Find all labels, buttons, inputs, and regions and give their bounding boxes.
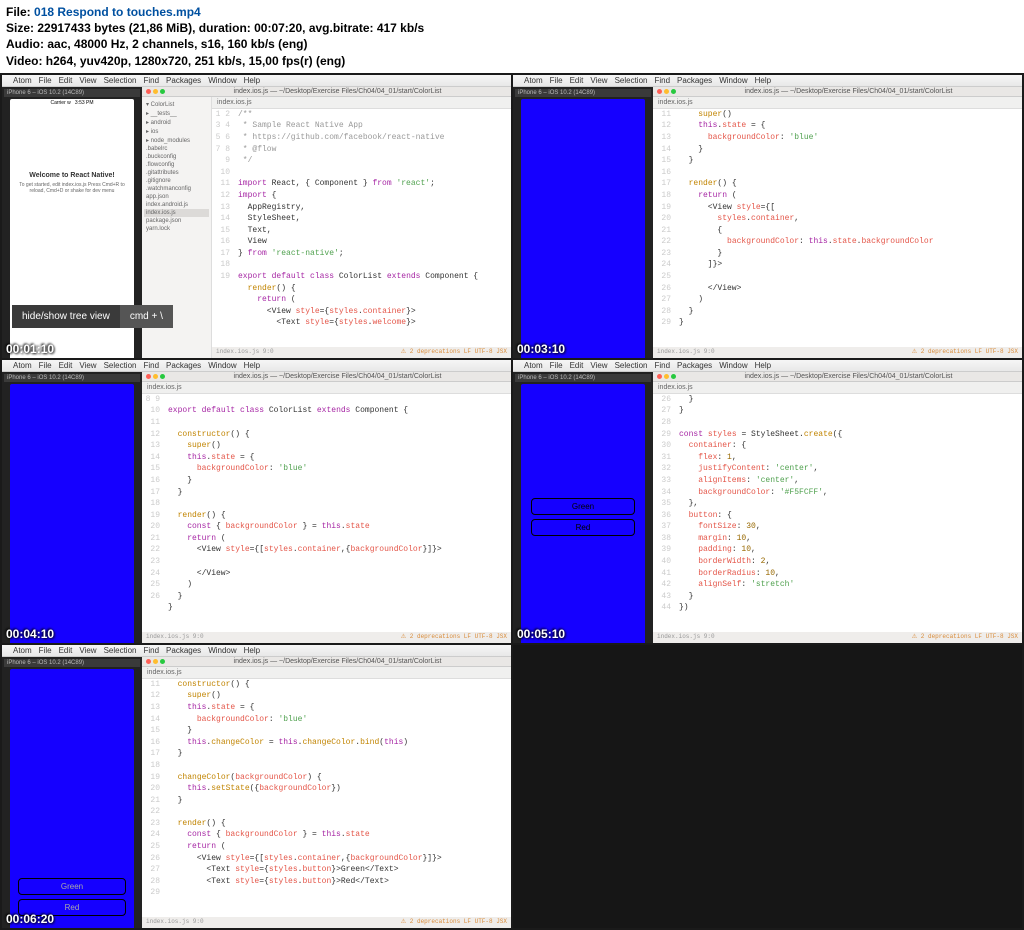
thumb-3: AtomFileEditViewSelectionFindPackagesWin…	[2, 360, 511, 643]
timestamp: 00:03:10	[517, 342, 565, 356]
sim-header: iPhone 6 – iOS 10.2 (14C89)	[4, 89, 140, 97]
thumb-5: AtomFileEditViewSelectionFindPackagesWin…	[2, 645, 511, 928]
code-editor[interactable]: 8 9 10 11 12 13 14 15 16 17 18 19 20 21 …	[142, 394, 511, 643]
sim-button-green[interactable]: Green	[18, 878, 126, 895]
audio-value: aac, 48000 Hz, 2 channels, s16, 160 kb/s…	[47, 37, 307, 51]
tip-label: hide/show tree view	[12, 305, 120, 328]
menubar[interactable]: AtomFileEditViewSelectionFindPackagesWin…	[513, 360, 1022, 372]
menubar[interactable]: AtomFileEditViewSelectionFindPackagesWin…	[2, 360, 511, 372]
welcome-sub: To get started, edit index.ios.js Press …	[10, 179, 134, 197]
tip-shortcut: cmd + \	[120, 305, 173, 328]
code-editor[interactable]: 26 27 28 29 30 31 32 33 34 35 36 37 38 3…	[653, 394, 1022, 643]
keyboard-tip: hide/show tree view cmd + \	[12, 305, 173, 328]
timestamp: 00:05:10	[517, 627, 565, 641]
code-editor[interactable]: 11 12 13 14 15 16 17 18 19 20 21 22 23 2…	[653, 109, 1022, 358]
code-editor[interactable]: 1 2 3 4 5 6 7 8 9 10 11 12 13 14 15 16 1…	[212, 109, 511, 358]
file-info-block: File: 018 Respond to touches.mp4 Size: 2…	[0, 0, 1024, 73]
thumb-4: AtomFileEditViewSelectionFindPackagesWin…	[513, 360, 1022, 643]
code-editor[interactable]: 11 12 13 14 15 16 17 18 19 20 21 22 23 2…	[142, 679, 511, 928]
timestamp: 00:01:10	[6, 342, 54, 356]
welcome-title: Welcome to React Native!	[10, 107, 134, 179]
thumb-2: AtomFileEditViewSelectionFindPackagesWin…	[513, 75, 1022, 358]
simulator-panel: iPhone 6 – iOS 10.2 (14C89) Green Red	[513, 372, 653, 643]
thumb-1: AtomFileEditViewSelectionFindPackagesWin…	[2, 75, 511, 358]
menubar[interactable]: AtomFileEditViewSelectionFindPackagesWin…	[2, 645, 511, 657]
video-value: h264, yuv420p, 1280x720, 251 kb/s, 15,00…	[46, 54, 346, 68]
file-name: 018 Respond to touches.mp4	[34, 5, 201, 19]
timestamp: 00:04:10	[6, 627, 54, 641]
window-titlebar: index.ios.js — ~/Desktop/Exercise Files/…	[142, 87, 511, 97]
sim-button-red[interactable]: Red	[531, 519, 635, 536]
empty-cell	[513, 645, 1022, 928]
file-label: File:	[6, 5, 31, 19]
tab[interactable]: index.ios.js	[212, 97, 511, 109]
simulator-panel: iPhone 6 – iOS 10.2 (14C89)	[513, 87, 653, 358]
timestamp: 00:06:20	[6, 912, 54, 926]
thumbnail-grid: AtomFileEditViewSelectionFindPackagesWin…	[0, 73, 1024, 930]
audio-label: Audio:	[6, 37, 44, 51]
simulator-panel: iPhone 6 – iOS 10.2 (14C89)	[2, 372, 142, 643]
menubar[interactable]: AtomFileEditViewSelectionFindPackagesWin…	[2, 75, 511, 87]
video-label: Video:	[6, 54, 42, 68]
size-value: 22917433 bytes (21,86 MiB), duration: 00…	[37, 21, 424, 35]
sim-button-green[interactable]: Green	[531, 498, 635, 515]
size-label: Size:	[6, 21, 34, 35]
simulator-panel: iPhone 6 – iOS 10.2 (14C89) Green Red	[2, 657, 142, 928]
menubar[interactable]: AtomFileEditViewSelectionFindPackagesWin…	[513, 75, 1022, 87]
